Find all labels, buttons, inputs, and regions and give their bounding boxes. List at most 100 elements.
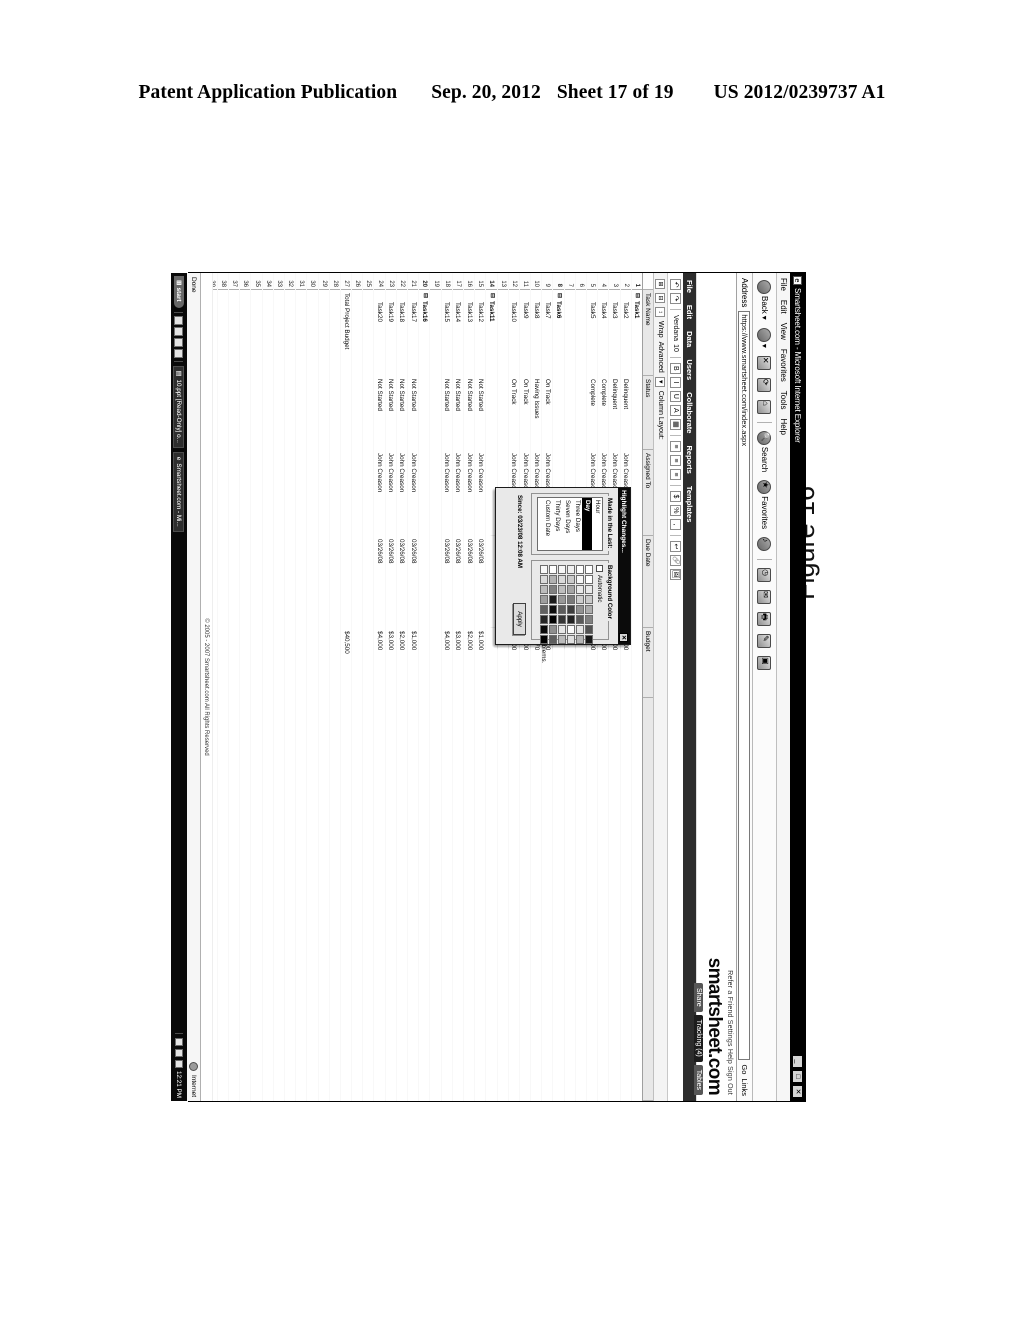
task-name-cell[interactable]: Task2 (620, 290, 631, 376)
budget-cell[interactable] (307, 628, 318, 698)
task-name-cell[interactable] (430, 290, 441, 376)
task-name-cell[interactable]: Task15 (441, 290, 452, 376)
table-row[interactable]: 4Task4CompleteJohn Creason03/26/08$3,000 (597, 273, 609, 1101)
status-cell[interactable] (251, 376, 262, 450)
table-row[interactable]: 27 Total Project Budget $40,500 (339, 273, 352, 1101)
color-swatch[interactable] (540, 595, 548, 604)
table-row[interactable]: 17 Task14 Not Started John Creason 03/26/08 $… (451, 273, 463, 1101)
budget-cell[interactable]: $2,000 (464, 628, 475, 698)
due-date-cell[interactable]: 03/26/08 (396, 536, 408, 628)
grid-header-assigned-to[interactable]: Assigned To (643, 450, 653, 536)
status-cell[interactable]: Delinquent (620, 376, 631, 450)
task-name-cell[interactable] (497, 290, 508, 376)
due-date-cell[interactable] (296, 536, 307, 628)
table-row[interactable]: 5Task5CompleteJohn Creason03/28/08$4,000 (586, 273, 598, 1101)
color-swatch[interactable] (558, 625, 566, 634)
table-row[interactable]: 10Task8Having IssuesJohn Creason03/26/08… (530, 273, 542, 1101)
task-name-cell[interactable]: Task14 (452, 290, 463, 376)
status-cell[interactable] (553, 376, 564, 450)
highlight-changes-dialog[interactable]: Highlight Changes... ✕ Made in the Last:… (495, 487, 631, 645)
due-date-cell[interactable] (251, 536, 262, 628)
color-swatch[interactable] (540, 575, 548, 584)
task-name-cell[interactable] (217, 290, 229, 376)
due-date-cell[interactable]: 03/26/08 (464, 536, 475, 628)
task-name-cell[interactable]: Task20 (374, 290, 385, 376)
table-row[interactable]: 38 (216, 273, 229, 1101)
period-option[interactable]: Seven Days (562, 498, 572, 550)
task-name-cell[interactable]: Task6 (553, 290, 564, 376)
grid-header-task-name[interactable]: Task Name (643, 290, 653, 376)
table-row[interactable]: 33 (272, 273, 284, 1101)
grid-header-due-date[interactable]: Due Date (643, 536, 653, 628)
underline-icon[interactable]: U (670, 390, 681, 402)
quick-launch-desktop-icon[interactable] (174, 337, 184, 347)
color-swatch[interactable] (567, 635, 575, 644)
task-name-cell[interactable]: Task17 (408, 290, 419, 376)
color-swatch[interactable] (576, 585, 584, 594)
due-date-cell[interactable] (229, 536, 240, 628)
assigned-to-cell[interactable]: John Creason (385, 450, 396, 536)
percent-format-icon[interactable]: % (670, 504, 681, 516)
edit-button[interactable]: ✎ (757, 632, 773, 650)
account-links[interactable]: Refer a Friend Settings Help Sign Out (726, 970, 733, 1095)
undo-icon[interactable]: ↶ (670, 279, 681, 290)
due-date-cell[interactable] (213, 536, 217, 628)
color-swatch[interactable] (558, 575, 566, 584)
period-option[interactable]: Hour (592, 498, 602, 550)
status-cell[interactable] (262, 376, 273, 450)
color-swatch[interactable] (576, 595, 584, 604)
table-row[interactable]: 32 (284, 273, 296, 1101)
wrap-label[interactable]: Wrap (657, 321, 664, 338)
due-date-cell[interactable] (217, 536, 229, 628)
color-swatch[interactable] (585, 565, 593, 574)
font-family-select[interactable]: Verdana (672, 315, 679, 341)
budget-cell[interactable] (262, 628, 273, 698)
table-row[interactable]: 15 Task12 Not Started John Creason 03/26/08 $… (474, 273, 486, 1101)
align-center-icon[interactable]: ≡ (670, 454, 681, 466)
status-cell[interactable]: Complete (598, 376, 609, 450)
task-name-cell[interactable]: Task16 (419, 290, 430, 376)
assigned-to-cell[interactable] (363, 450, 374, 536)
assigned-to-cell[interactable] (229, 450, 240, 536)
table-row[interactable]: 16 Task13 Not Started John Creason 03/26/08 $… (463, 273, 475, 1101)
status-cell[interactable]: Delinquent (609, 376, 620, 450)
budget-cell[interactable] (352, 628, 363, 698)
period-option[interactable]: Custom Date (542, 498, 552, 550)
assigned-to-cell[interactable] (307, 450, 318, 536)
maximize-button[interactable]: □ (792, 1070, 803, 1083)
assigned-to-cell[interactable] (240, 450, 251, 536)
tab-tracking[interactable]: Tracking (4) (694, 1014, 703, 1062)
automatic-checkbox-row[interactable]: Automatic (596, 565, 603, 603)
color-swatch[interactable] (567, 625, 575, 634)
mail-button[interactable]: ✉ (757, 588, 773, 606)
ss-menu-data[interactable]: Data (685, 331, 694, 347)
task-name-cell[interactable] (564, 290, 575, 376)
dialog-close-icon[interactable]: ✕ (619, 633, 629, 642)
redo-icon[interactable]: ↷ (670, 293, 681, 304)
task-name-cell[interactable] (285, 290, 296, 376)
table-row[interactable]: 37 (228, 273, 240, 1101)
table-row[interactable]: 19 (429, 273, 441, 1101)
color-swatch[interactable] (585, 585, 593, 594)
color-swatch[interactable] (549, 575, 557, 584)
assigned-to-cell[interactable] (430, 450, 441, 536)
back-button[interactable]: Back ▾ (757, 278, 773, 322)
color-swatch[interactable] (558, 595, 566, 604)
status-cell[interactable] (564, 376, 575, 450)
status-cell[interactable] (296, 376, 307, 450)
table-row[interactable]: 1Task1 (630, 273, 642, 1101)
color-swatch[interactable] (576, 615, 584, 624)
table-row[interactable]: 28 (328, 273, 340, 1101)
status-cell[interactable]: On Track (508, 376, 519, 450)
refresh-button[interactable]: ⟳ (757, 376, 773, 394)
budget-cell[interactable] (240, 628, 251, 698)
due-date-cell[interactable] (430, 536, 441, 628)
table-row[interactable]: 20Task16 (418, 273, 430, 1101)
assigned-to-cell[interactable] (352, 450, 363, 536)
status-cell[interactable] (430, 376, 441, 450)
color-swatch[interactable] (540, 605, 548, 614)
discuss-button[interactable]: ▣ (757, 654, 773, 672)
stop-button[interactable]: ✕ (757, 354, 773, 372)
ss-menu-reports[interactable]: Reports (685, 445, 694, 473)
ss-menu-templates[interactable]: Templates (685, 486, 694, 523)
